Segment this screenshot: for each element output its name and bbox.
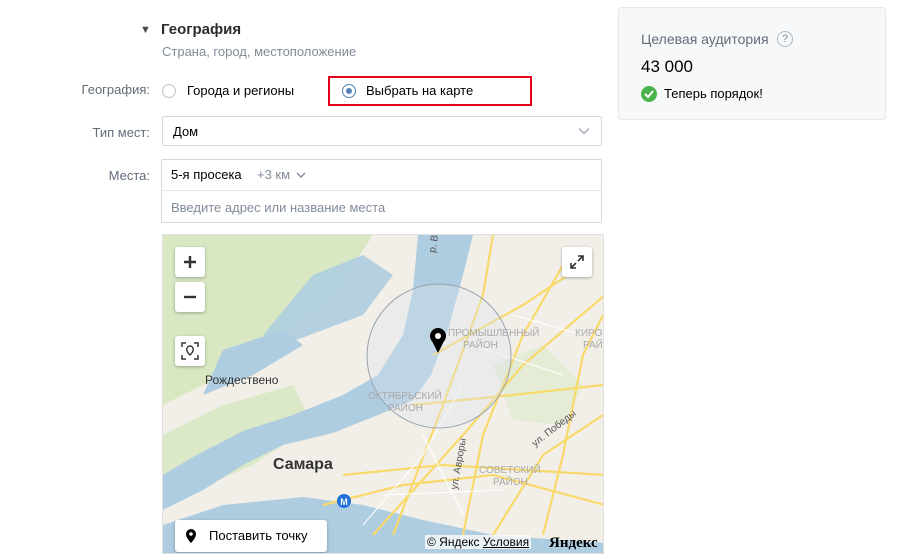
zoom-in-button[interactable] xyxy=(175,247,205,277)
geolocation-icon xyxy=(181,342,199,360)
section-title: География xyxy=(161,21,242,38)
geo-label: География: xyxy=(81,82,150,97)
map-label-rozhdestveno: Рождествено xyxy=(205,373,279,387)
place-tag[interactable]: 5-я просека xyxy=(171,167,242,182)
metro-icon: М xyxy=(337,494,351,508)
map-attribution: © Яндекс Условия xyxy=(425,535,532,549)
svg-text:М: М xyxy=(340,497,348,507)
map-label-kirovsky: КИРОВ xyxy=(575,328,604,339)
place-type-label: Тип мест: xyxy=(92,125,150,140)
section-subtitle: Страна, город, местоположение xyxy=(162,44,357,59)
collapse-arrow-icon[interactable]: ▼ xyxy=(140,24,151,36)
place-type-value: Дом xyxy=(173,124,199,139)
radius-value: +3 км xyxy=(257,167,291,182)
audience-title: Целевая аудитория xyxy=(641,31,769,47)
map-canvas[interactable]: М Рождествено Самара ПРОМЫШЛЕННЫЙ РАЙОН … xyxy=(163,235,604,554)
address-input[interactable] xyxy=(171,198,591,216)
minus-icon xyxy=(184,295,196,299)
map-label-promyshlenny-2: РАЙОН xyxy=(463,338,498,351)
terms-link[interactable]: Условия xyxy=(483,535,529,549)
yandex-logo: Яндекс xyxy=(549,535,598,551)
chevron-down-icon xyxy=(578,127,590,135)
highlight-box xyxy=(328,76,532,106)
places-field: 5-я просека +3 км xyxy=(161,159,602,223)
check-icon xyxy=(641,86,657,102)
geolocation-button[interactable] xyxy=(175,336,205,366)
radio-cities-regions[interactable]: Города и регионы xyxy=(162,83,312,101)
map-label-kirovsky-2: РАЙОН xyxy=(583,338,604,351)
map-label-sovetsky: СОВЕТСКИЙ xyxy=(479,463,541,476)
put-point-label: Поставить точку xyxy=(209,528,308,543)
expand-icon xyxy=(570,255,584,269)
audience-status: Теперь порядок! xyxy=(664,86,763,101)
map-pin-icon xyxy=(186,529,196,543)
audience-count: 43 000 xyxy=(641,57,693,76)
zoom-out-button[interactable] xyxy=(175,282,205,312)
put-point-button[interactable]: Поставить точку xyxy=(175,520,327,552)
map-label-oktyabrsky-2: РАЙОН xyxy=(388,401,423,414)
radio-button[interactable] xyxy=(162,84,176,98)
divider xyxy=(162,190,601,191)
chevron-down-icon xyxy=(296,172,306,178)
copyright-text: © Яндекс xyxy=(427,535,480,549)
radius-dropdown[interactable]: +3 км xyxy=(257,167,306,182)
map-label-samara: Самара xyxy=(273,456,333,473)
places-label: Места: xyxy=(108,168,150,183)
map-label-sovetsky-2: РАЙОН xyxy=(493,475,528,488)
fullscreen-button[interactable] xyxy=(562,247,592,277)
help-icon[interactable]: ? xyxy=(777,31,793,47)
audience-card: Целевая аудитория ? 43 000 Теперь порядо… xyxy=(618,7,886,120)
map-label-promyshlenny: ПРОМЫШЛЕННЫЙ xyxy=(448,326,539,339)
place-type-select[interactable]: Дом xyxy=(162,116,602,146)
plus-icon xyxy=(184,256,196,268)
map-label-oktyabrsky: ОКТЯБРЬСКИЙ xyxy=(368,389,442,402)
radio-label: Города и регионы xyxy=(187,83,295,98)
map[interactable]: М Рождествено Самара ПРОМЫШЛЕННЫЙ РАЙОН … xyxy=(162,234,604,554)
